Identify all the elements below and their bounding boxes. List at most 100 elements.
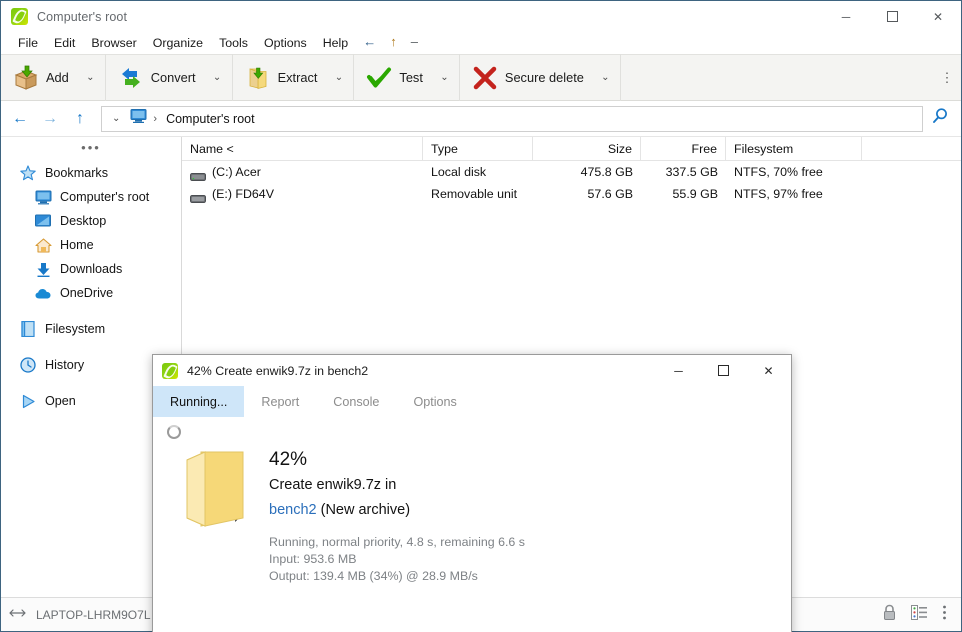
sidebar-collapse-dots-icon[interactable]: ••• xyxy=(1,141,181,161)
menu-options[interactable]: Options xyxy=(256,33,315,53)
tab-options[interactable]: Options xyxy=(396,386,473,417)
test-button[interactable]: Test xyxy=(356,56,431,99)
sidebar-item-downloads[interactable]: Downloads xyxy=(1,257,181,281)
convert-dropdown-caret-icon[interactable]: ⌄ xyxy=(205,56,230,99)
column-header-type[interactable]: Type xyxy=(423,137,533,161)
add-button-label: Add xyxy=(46,70,69,85)
tab-console[interactable]: Console xyxy=(316,386,396,417)
home-icon xyxy=(34,236,52,254)
loading-spinner-icon xyxy=(167,425,181,439)
window-title: Computer's root xyxy=(37,10,127,24)
cell-name-text: (C:) Acer xyxy=(212,161,261,183)
sidebar-item-onedrive[interactable]: OneDrive xyxy=(1,281,181,305)
star-icon xyxy=(19,164,37,182)
maximize-button[interactable] xyxy=(869,1,915,32)
target-link[interactable]: bench2 xyxy=(269,502,317,518)
sidebar-item-label: History xyxy=(45,358,84,372)
cell-type: Local disk xyxy=(423,161,533,183)
column-header-name[interactable]: Name < xyxy=(182,137,423,161)
sidebar-spacer xyxy=(1,341,181,353)
resize-handle-icon[interactable] xyxy=(9,606,26,624)
target-line: bench2 (New archive) xyxy=(269,498,525,523)
toolbar-group-test: Test ⌄ xyxy=(354,54,459,101)
toolbar-group-convert: Convert ⌄ xyxy=(106,54,233,101)
toolbar-group-secure-delete: Secure delete ⌄ xyxy=(460,54,621,101)
menu-back-arrow-icon[interactable]: ← xyxy=(356,33,383,53)
stat-status: Running, normal priority, 4.8 s, remaini… xyxy=(269,534,525,551)
secure-delete-button[interactable]: Secure delete xyxy=(462,56,593,99)
operation-label: Create enwik9.7z in xyxy=(269,473,525,498)
stat-input: Input: 953.6 MB xyxy=(269,551,525,568)
nav-back-button[interactable]: ← xyxy=(5,104,35,134)
tab-report[interactable]: Report xyxy=(244,386,316,417)
table-row[interactable]: (E:) FD64V Removable unit 57.6 GB 55.9 G… xyxy=(182,183,961,205)
nav-up-button[interactable]: ↑ xyxy=(65,104,95,134)
sidebar-item-filesystem[interactable]: Filesystem xyxy=(1,317,181,341)
dialog-close-button[interactable]: ✕ xyxy=(746,355,791,386)
dialog-minimize-button[interactable]: ─ xyxy=(656,355,701,386)
peazip-logo-icon xyxy=(162,363,178,379)
toolbar-overflow-icon[interactable]: ⋮ xyxy=(933,54,961,101)
menu-tools[interactable]: Tools xyxy=(211,33,256,53)
extract-button-label: Extract xyxy=(278,70,318,85)
menu-up-arrow-icon[interactable]: ↑ xyxy=(383,33,404,53)
secure-delete-dropdown-caret-icon[interactable]: ⌄ xyxy=(593,56,618,99)
sidebar-item-label: Computer's root xyxy=(60,190,149,204)
close-button[interactable]: ✕ xyxy=(915,1,961,32)
nav-forward-button[interactable]: → xyxy=(35,104,65,134)
minimize-button[interactable]: ─ xyxy=(823,1,869,32)
breadcrumb-path[interactable]: Computer's root xyxy=(166,112,255,126)
extract-button[interactable]: Extract xyxy=(235,56,327,99)
play-triangle-icon xyxy=(19,392,37,410)
sidebar-item-computers-root[interactable]: Computer's root xyxy=(1,185,181,209)
breadcrumb-separator-icon: › xyxy=(153,113,157,125)
stat-output: Output: 139.4 MB (34%) @ 28.9 MB/s xyxy=(269,568,525,585)
menu-help[interactable]: Help xyxy=(315,33,356,53)
sidebar-item-desktop[interactable]: Desktop xyxy=(1,209,181,233)
toolbar-group-add: Add ⌄ xyxy=(1,54,106,101)
address-history-chevron-icon[interactable]: ⌄ xyxy=(108,113,124,124)
menu-organize[interactable]: Organize xyxy=(145,33,211,53)
extract-dropdown-caret-icon[interactable]: ⌄ xyxy=(326,56,351,99)
content-area: ••• Bookmarks Co xyxy=(1,137,961,597)
menu-edit[interactable]: Edit xyxy=(46,33,83,53)
column-header-free[interactable]: Free xyxy=(641,137,726,161)
extract-folder-icon xyxy=(245,65,271,91)
dialog-stats: Running, normal priority, 4.8 s, remaini… xyxy=(269,534,525,585)
dialog-info: 42% Create enwik9.7z in bench2 (New arch… xyxy=(269,444,525,585)
sidebar-item-label: Filesystem xyxy=(45,322,105,336)
menu-browser[interactable]: Browser xyxy=(83,33,144,53)
sidebar-item-home[interactable]: Home xyxy=(1,233,181,257)
test-button-label: Test xyxy=(399,70,422,85)
addressbar: ← → ↑ ⌄ › Computer's root xyxy=(1,101,961,137)
status-machine-name: LAPTOP-LHRM9O7L xyxy=(36,608,151,622)
add-button[interactable]: Add xyxy=(3,56,78,99)
cell-filesystem: NTFS, 70% free xyxy=(726,161,862,183)
progress-percent-label: 42% xyxy=(269,447,525,473)
column-header-size[interactable]: Size xyxy=(533,137,641,161)
dialog-tabs: Running... Report Console Options xyxy=(153,386,791,417)
convert-button[interactable]: Convert xyxy=(108,56,205,99)
add-dropdown-caret-icon[interactable]: ⌄ xyxy=(78,56,103,99)
target-suffix: (New archive) xyxy=(321,502,410,518)
table-row[interactable]: (C:) Acer Local disk 475.8 GB 337.5 GB N… xyxy=(182,161,961,183)
more-options-icon[interactable] xyxy=(942,605,947,625)
dialog-maximize-button[interactable] xyxy=(701,355,746,386)
secure-delete-x-icon xyxy=(472,65,498,91)
sidebar-item-bookmarks[interactable]: Bookmarks xyxy=(1,161,181,185)
download-icon xyxy=(34,260,52,278)
menu-file[interactable]: File xyxy=(10,33,46,53)
test-dropdown-caret-icon[interactable]: ⌄ xyxy=(432,56,457,99)
lock-icon[interactable] xyxy=(882,604,897,626)
list-view-icon[interactable] xyxy=(911,605,928,625)
cell-size: 475.8 GB xyxy=(533,161,641,183)
column-header-filesystem[interactable]: Filesystem xyxy=(726,137,862,161)
search-button[interactable] xyxy=(923,104,957,134)
computer-monitor-icon xyxy=(34,188,52,206)
convert-button-label: Convert xyxy=(151,70,196,85)
sidebar-item-label: OneDrive xyxy=(60,286,113,300)
cell-name-text: (E:) FD64V xyxy=(212,183,274,205)
menu-minimize-icon[interactable]: – xyxy=(404,33,425,53)
address-field[interactable]: ⌄ › Computer's root xyxy=(101,106,923,132)
tab-running[interactable]: Running... xyxy=(153,386,244,417)
